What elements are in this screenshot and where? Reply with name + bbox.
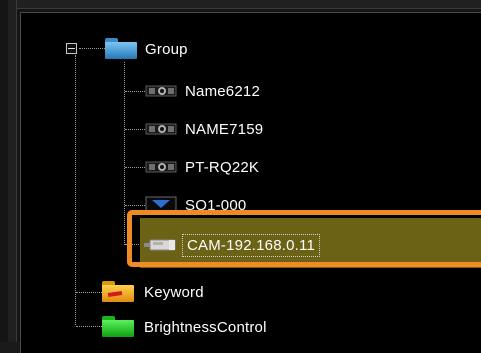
device-tree-panel: [20, 12, 481, 353]
tree-item-camera[interactable]: NAME7159: [145, 114, 263, 144]
tree-connector-keyword: [76, 292, 102, 293]
camera-icon: [145, 85, 177, 97]
tree-connector-1: [125, 91, 145, 92]
tree-item-label: Group: [145, 40, 188, 58]
camera-icon: [145, 123, 177, 135]
tree-item-group[interactable]: Group: [105, 34, 188, 64]
tree-item-camera[interactable]: PT-RQ22K: [145, 152, 259, 182]
camera-icon: [145, 161, 177, 173]
tree-connector-brightness: [76, 326, 102, 327]
keyword-folder-icon: [102, 281, 134, 303]
frame-left-border: [8, 0, 17, 342]
tree-connector-3: [125, 167, 145, 168]
tree-item-label: Name6212: [185, 82, 260, 100]
frame-top-border: [8, 0, 481, 9]
tree-item-keyword[interactable]: Keyword: [102, 277, 204, 307]
tree-line-root: [75, 55, 76, 325]
tree-item-label: PT-RQ22K: [185, 158, 260, 176]
tree-item-brightness-control[interactable]: BrightnessControl: [102, 312, 267, 342]
blue-folder-icon: [105, 38, 137, 60]
tree-item-label: Keyword: [144, 283, 204, 301]
tree-item-camera[interactable]: Name6212: [145, 76, 260, 106]
tree-connector-group: [79, 48, 105, 49]
tree-connector-4: [125, 205, 145, 206]
focus-highlight-ring: [127, 210, 481, 267]
tree-item-label: NAME7159: [185, 120, 264, 138]
tree-item-label: BrightnessControl: [144, 318, 267, 336]
collapse-toggle-icon[interactable]: [66, 43, 77, 54]
tree-line-group: [124, 62, 125, 245]
green-folder-icon: [102, 316, 134, 338]
tree-connector-2: [125, 129, 145, 130]
